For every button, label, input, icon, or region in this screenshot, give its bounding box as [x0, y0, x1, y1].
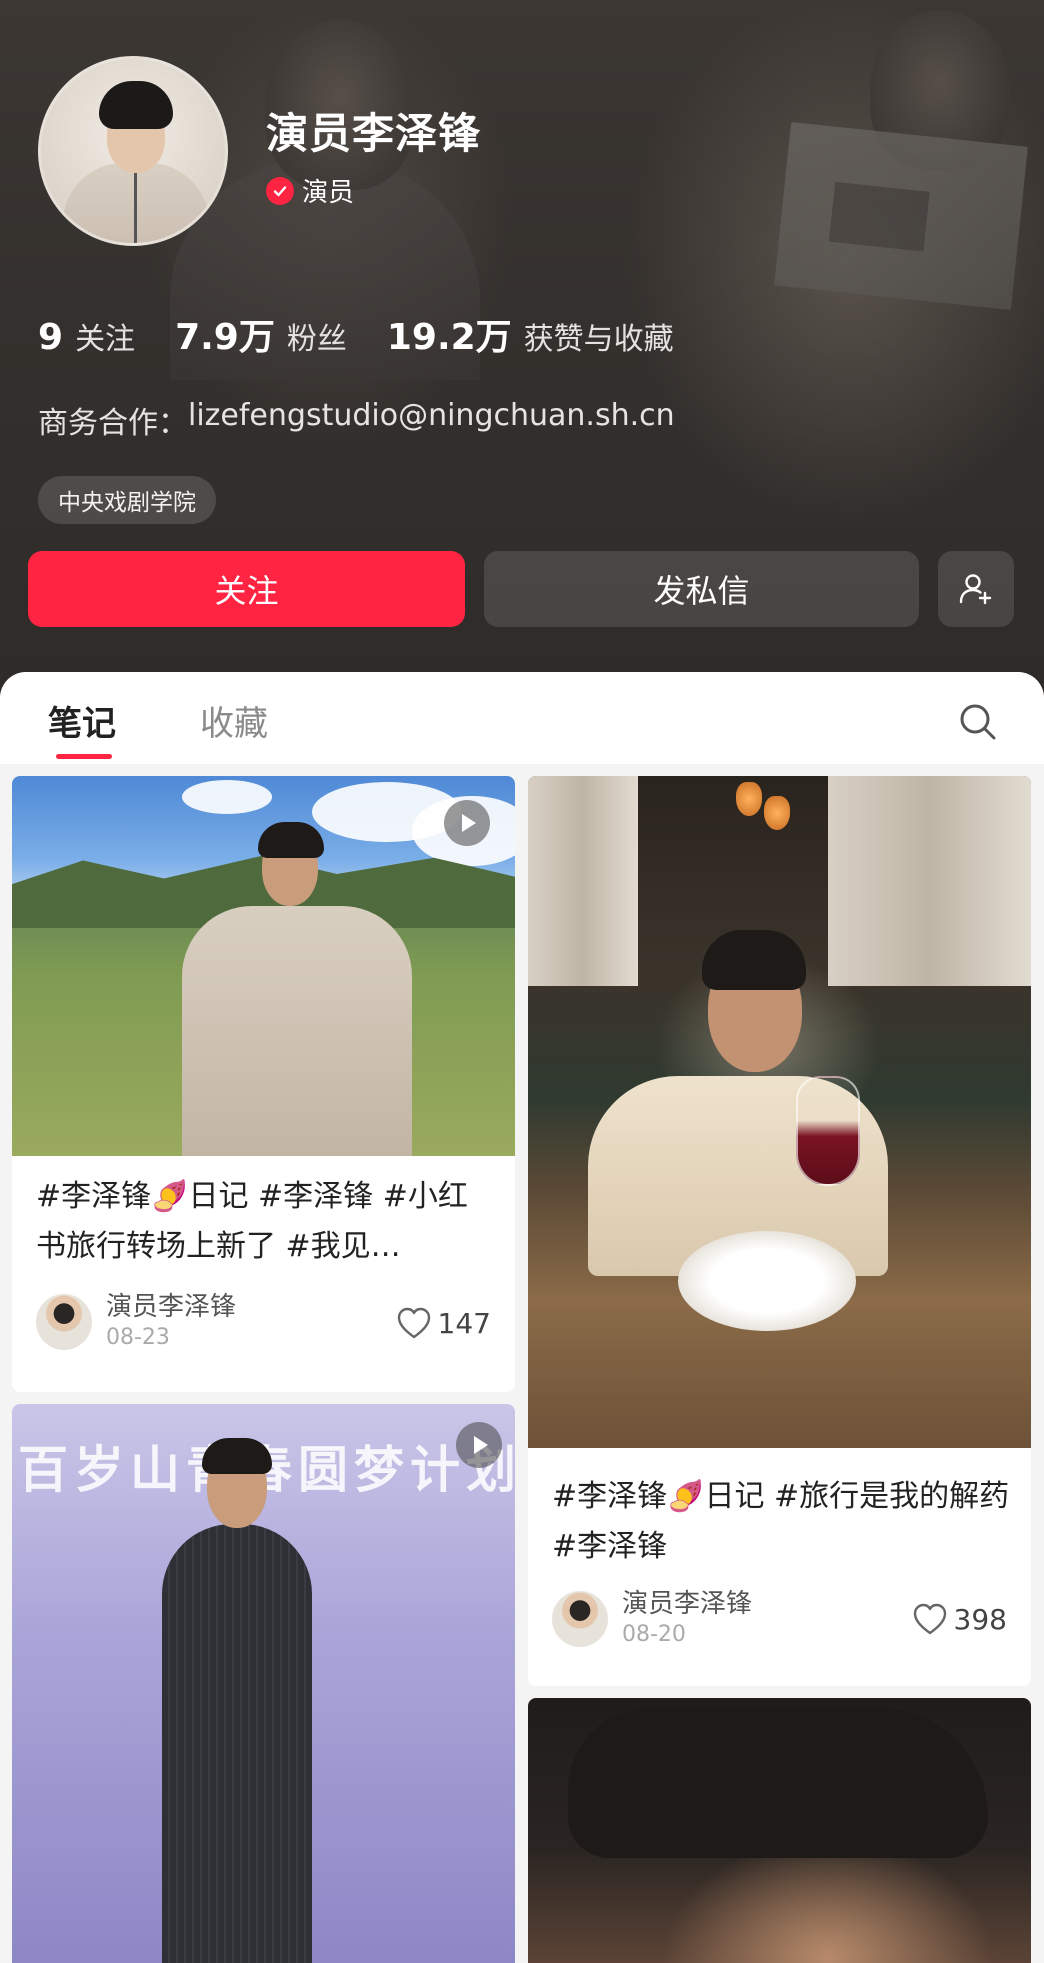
- note-cover-image: [12, 776, 515, 1156]
- profile-tag[interactable]: 中央戏剧学院: [38, 476, 216, 524]
- business-email: lizefengstudio@ningchuan.sh.cn: [188, 398, 675, 433]
- profile-header: 演员李泽锋 演员 9 关注 7.9万 粉丝 19.2万 获赞与收藏 商务合作： …: [0, 0, 1044, 700]
- note-author[interactable]: 演员李泽锋 08-23: [36, 1291, 236, 1353]
- video-play-icon: [444, 800, 490, 846]
- stat-label: 粉丝: [286, 322, 347, 357]
- message-button[interactable]: 发私信: [484, 551, 919, 627]
- verified-check-icon: [266, 176, 294, 205]
- tab-bar: 笔记 收藏: [0, 672, 1044, 764]
- verified-label: 演员: [302, 178, 355, 208]
- author-avatar: [36, 1294, 92, 1350]
- note-title: #李泽锋🍠日记 #旅行是我的解药 #李泽锋: [552, 1479, 1010, 1564]
- search-button[interactable]: [956, 700, 1000, 744]
- verified-row: 演员: [266, 172, 354, 209]
- author-name: 演员李泽锋: [106, 1292, 237, 1322]
- stat-label: 关注: [75, 322, 136, 357]
- business-contact: 商务合作： lizefengstudio@ningchuan.sh.cn: [38, 398, 675, 442]
- heart-icon: [397, 1307, 430, 1339]
- stat-value: 9: [38, 317, 64, 358]
- add-friend-button[interactable]: [938, 551, 1014, 627]
- author-name: 演员李泽锋: [622, 1589, 753, 1619]
- add-person-icon: [959, 574, 992, 605]
- video-play-icon: [456, 1422, 502, 1468]
- note-card[interactable]: #李泽锋🍠日记 #李泽锋 #小红书旅行转场上新了 #我见… 演员李泽锋 08-2…: [12, 776, 515, 1392]
- stat-likes-collections[interactable]: 19.2万 获赞与收藏: [387, 308, 674, 360]
- like-button[interactable]: 147: [396, 1306, 491, 1340]
- tab-collections[interactable]: 收藏: [200, 696, 268, 745]
- background-photo-paper: [774, 122, 1028, 310]
- post-date: 08-20: [622, 1622, 686, 1647]
- heart-icon: [913, 1603, 946, 1635]
- business-label: 商务合作：: [38, 406, 188, 441]
- post-date: 08-23: [106, 1325, 170, 1350]
- tab-notes[interactable]: 笔记: [48, 696, 116, 745]
- like-count: 147: [437, 1306, 491, 1340]
- stat-followers[interactable]: 7.9万 粉丝: [175, 308, 347, 360]
- note-cover-image: [528, 1698, 1031, 1963]
- stat-following[interactable]: 9 关注: [38, 314, 135, 358]
- author-avatar: [552, 1591, 608, 1647]
- search-icon: [960, 704, 996, 740]
- stats-row: 9 关注 7.9万 粉丝 19.2万 获赞与收藏: [38, 308, 714, 360]
- note-card[interactable]: [528, 1698, 1031, 1963]
- note-card[interactable]: #李泽锋🍠日记 #旅行是我的解药 #李泽锋 演员李泽锋 08-20 398: [528, 776, 1031, 1686]
- profile-avatar[interactable]: [38, 56, 228, 246]
- active-tab-indicator: [56, 754, 112, 759]
- note-cover-image: [528, 776, 1031, 1448]
- like-count: 398: [953, 1602, 1007, 1636]
- profile-name: 演员李泽锋: [266, 109, 482, 158]
- like-button[interactable]: 398: [912, 1602, 1007, 1636]
- note-card[interactable]: 百岁山青春圆梦计划2.0: [12, 1404, 515, 1963]
- follow-button[interactable]: 关注: [28, 551, 465, 627]
- note-author[interactable]: 演员李泽锋 08-20: [552, 1588, 752, 1650]
- stat-value: 7.9万: [175, 317, 275, 358]
- note-title: #李泽锋🍠日记 #李泽锋 #小红书旅行转场上新了 #我见…: [36, 1179, 468, 1264]
- content-panel: 笔记 收藏 #李泽锋🍠日记 #李泽锋 #小红书旅行转场上新了 #我见… 演员李泽…: [0, 672, 1044, 1963]
- stat-label: 获赞与收藏: [523, 322, 674, 357]
- note-cover-image: 百岁山青春圆梦计划2.0: [12, 1404, 515, 1963]
- stat-value: 19.2万: [386, 317, 512, 358]
